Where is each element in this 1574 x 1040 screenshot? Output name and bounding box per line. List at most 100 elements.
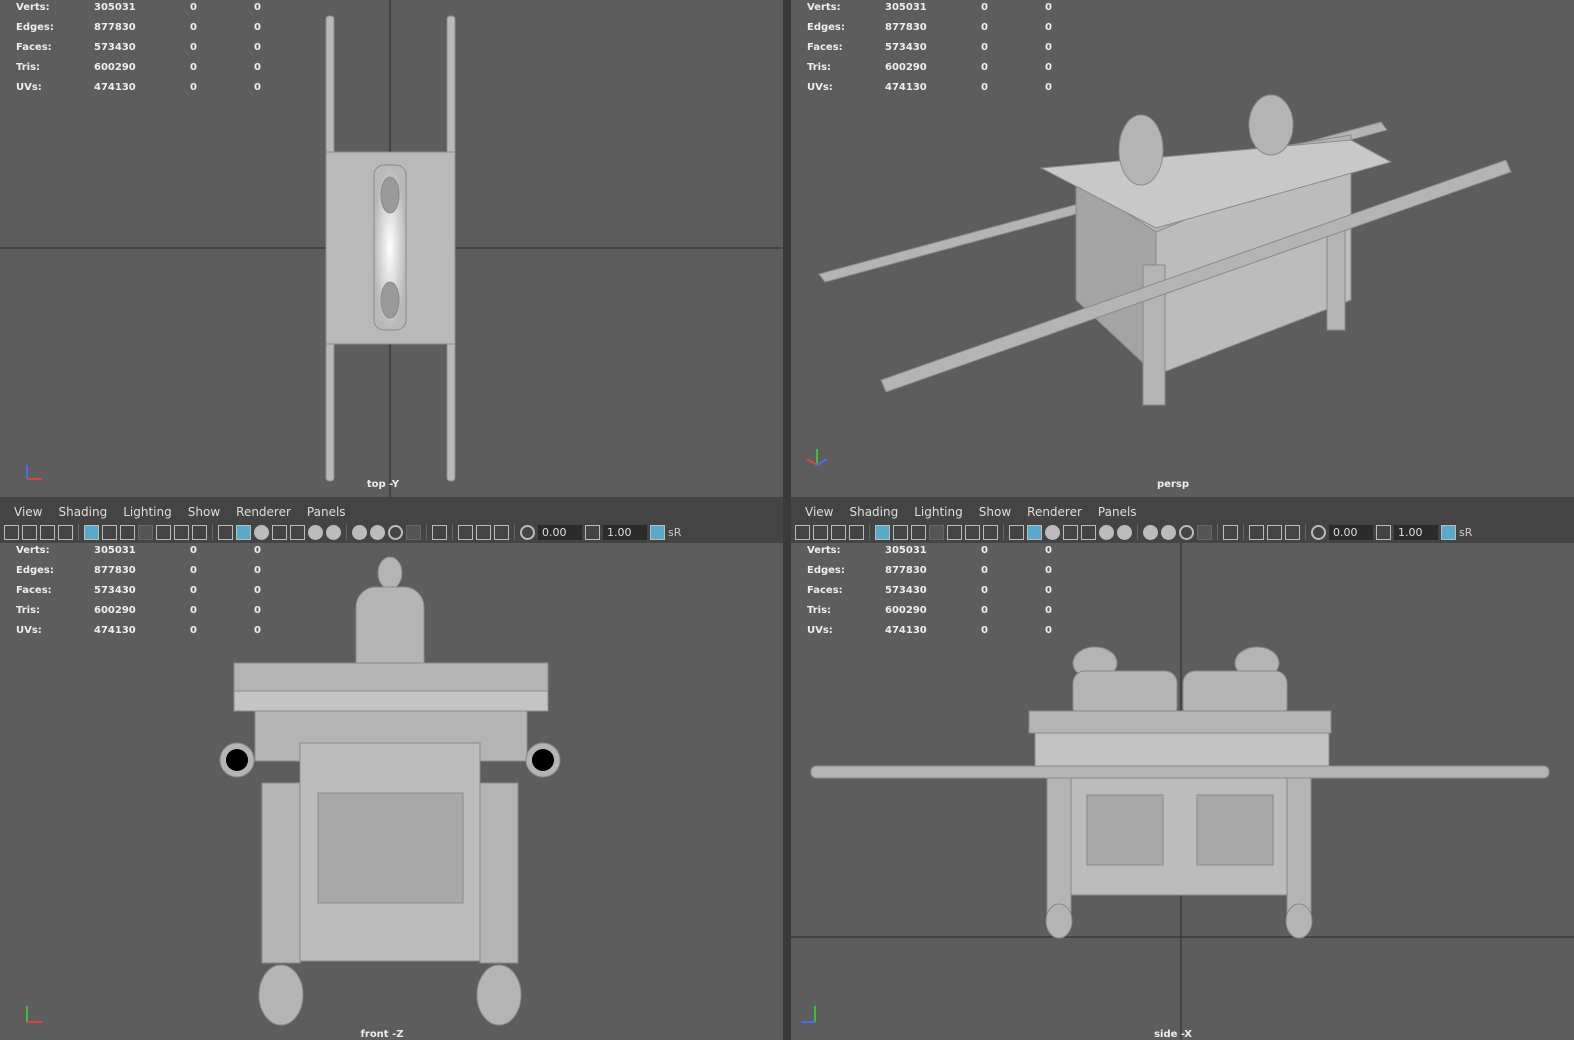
image-plane-icon[interactable] <box>58 524 73 540</box>
xray-active-icon[interactable] <box>476 524 491 540</box>
menu-view[interactable]: View <box>6 505 50 519</box>
isolate-select-icon[interactable] <box>432 524 447 540</box>
color-management-icon[interactable] <box>1441 524 1456 540</box>
anti-alias-icon[interactable] <box>1179 524 1194 540</box>
camera-attributes-icon[interactable] <box>813 524 828 540</box>
default-material-icon[interactable] <box>254 524 269 540</box>
ark-model-side <box>810 646 1550 939</box>
film-gate-icon[interactable] <box>102 524 117 540</box>
menu-panels[interactable]: Panels <box>299 505 354 519</box>
safe-action-icon[interactable] <box>965 524 980 540</box>
shadows-icon[interactable] <box>326 524 341 540</box>
menu-lighting[interactable]: Lighting <box>906 505 971 519</box>
gamma-field[interactable]: 1.00 <box>603 524 647 540</box>
depth-of-field-icon[interactable] <box>1197 524 1212 540</box>
panel-toolbar-right: View Shading Lighting Show Renderer Pane… <box>791 497 1574 543</box>
gamma-icon[interactable] <box>1376 524 1391 540</box>
wireframe-icon[interactable] <box>1009 524 1024 540</box>
isolate-select-icon[interactable] <box>1223 524 1238 540</box>
bookmark-icon[interactable] <box>40 524 55 540</box>
bookmark-icon[interactable] <box>831 524 846 540</box>
viewport-persp[interactable]: Verts: 305031 0 0 Edges: 877830 0 0 Faces: 5734… <box>791 0 1574 497</box>
textured-icon[interactable] <box>290 524 305 540</box>
gamma-icon[interactable] <box>585 524 600 540</box>
srgb-label: sR <box>1459 525 1473 539</box>
resolution-gate-icon[interactable] <box>120 524 135 540</box>
viewport-front[interactable]: Verts: 305031 0 0 Edges: 877830 0 0 Faces: 5734… <box>0 543 783 1040</box>
safe-title-icon[interactable] <box>192 524 207 540</box>
exposure-field[interactable]: 0.00 <box>538 524 582 540</box>
axis-gizmo-icon <box>806 449 828 466</box>
menu-show[interactable]: Show <box>971 505 1019 519</box>
panel-menu: View Shading Lighting Show Renderer Pane… <box>6 505 354 519</box>
panel-icon-toolbar: 0.00 1.00 sR <box>795 522 1570 542</box>
film-gate-icon[interactable] <box>893 524 908 540</box>
poly-count-hud: Verts: 305031 0 0 Edges: 877830 0 0 Faces: 5734… <box>807 545 1052 636</box>
field-chart-icon[interactable] <box>947 524 962 540</box>
exposure-icon[interactable] <box>520 524 535 540</box>
motion-blur-icon[interactable] <box>1161 524 1176 540</box>
camera-label: persp <box>1157 479 1189 490</box>
menu-panels[interactable]: Panels <box>1090 505 1145 519</box>
panel-toolbar-left: View Shading Lighting Show Renderer Pane… <box>0 497 783 543</box>
menu-shading[interactable]: Shading <box>50 505 115 519</box>
srgb-label: sR <box>668 525 682 539</box>
poly-count-hud: Verts: 305031 0 0 Edges: 877830 0 0 Faces: 5734… <box>807 2 1052 93</box>
gamma-field[interactable]: 1.00 <box>1394 524 1438 540</box>
axis-gizmo-icon <box>26 465 42 480</box>
camera-label: side -X <box>1154 1029 1192 1040</box>
xray-joints-icon[interactable] <box>1249 524 1264 540</box>
backface-icon[interactable] <box>494 524 509 540</box>
camera-label: top -Y <box>366 479 400 490</box>
panel-icon-toolbar: 0.00 1.00 sR <box>4 522 779 542</box>
axis-gizmo-icon <box>801 1006 816 1023</box>
viewport-side[interactable]: Verts: 305031 0 0 Edges: 877830 0 0 Faces: 5734… <box>791 543 1574 1040</box>
viewport-top[interactable]: Verts: 305031 0 0 Edges: 877830 0 0 Faces: 5734… <box>0 0 783 497</box>
field-chart-icon[interactable] <box>156 524 171 540</box>
color-management-icon[interactable] <box>650 524 665 540</box>
backface-icon[interactable] <box>1285 524 1300 540</box>
ambient-occlusion-icon[interactable] <box>1143 524 1158 540</box>
menu-renderer[interactable]: Renderer <box>1019 505 1090 519</box>
anti-alias-icon[interactable] <box>388 524 403 540</box>
xray-joints-icon[interactable] <box>458 524 473 540</box>
panel-menu: View Shading Lighting Show Renderer Pane… <box>797 505 1145 519</box>
safe-title-icon[interactable] <box>983 524 998 540</box>
resolution-gate-icon[interactable] <box>911 524 926 540</box>
camera-label: front -Z <box>360 1029 404 1040</box>
exposure-field[interactable]: 0.00 <box>1329 524 1373 540</box>
safe-action-icon[interactable] <box>174 524 189 540</box>
lights-icon[interactable] <box>308 524 323 540</box>
xray-icon[interactable] <box>272 524 287 540</box>
wireframe-icon[interactable] <box>218 524 233 540</box>
lights-icon[interactable] <box>1099 524 1114 540</box>
ark-model-persp <box>818 94 1512 406</box>
camera-select-icon[interactable] <box>4 524 19 540</box>
xray-active-icon[interactable] <box>1267 524 1282 540</box>
shadows-icon[interactable] <box>1117 524 1132 540</box>
motion-blur-icon[interactable] <box>370 524 385 540</box>
grid-icon[interactable] <box>875 524 890 540</box>
default-material-icon[interactable] <box>1045 524 1060 540</box>
menu-renderer[interactable]: Renderer <box>228 505 299 519</box>
camera-attributes-icon[interactable] <box>22 524 37 540</box>
axis-gizmo-icon <box>26 1006 42 1023</box>
poly-count-hud: Verts: 305031 0 0 Edges: 877830 0 0 Faces: 5734… <box>16 545 261 636</box>
menu-shading[interactable]: Shading <box>841 505 906 519</box>
depth-of-field-icon[interactable] <box>406 524 421 540</box>
xray-icon[interactable] <box>1063 524 1078 540</box>
gate-mask-icon[interactable] <box>929 524 944 540</box>
poly-count-hud: Verts: 305031 0 0 Edges: 877830 0 0 Faces: 5734… <box>16 2 261 93</box>
grid-icon[interactable] <box>84 524 99 540</box>
image-plane-icon[interactable] <box>849 524 864 540</box>
menu-lighting[interactable]: Lighting <box>115 505 180 519</box>
smooth-shade-icon[interactable] <box>236 524 251 540</box>
menu-show[interactable]: Show <box>180 505 228 519</box>
gate-mask-icon[interactable] <box>138 524 153 540</box>
camera-select-icon[interactable] <box>795 524 810 540</box>
smooth-shade-icon[interactable] <box>1027 524 1042 540</box>
menu-view[interactable]: View <box>797 505 841 519</box>
ambient-occlusion-icon[interactable] <box>352 524 367 540</box>
textured-icon[interactable] <box>1081 524 1096 540</box>
exposure-icon[interactable] <box>1311 524 1326 540</box>
